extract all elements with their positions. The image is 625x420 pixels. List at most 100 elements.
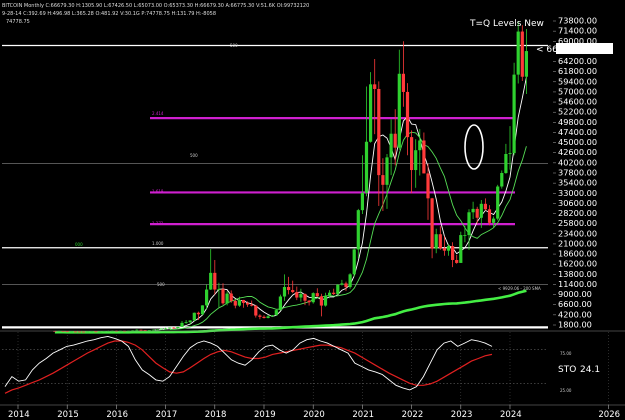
candle-body xyxy=(471,208,475,213)
candle-body xyxy=(356,210,360,250)
candle-body xyxy=(217,289,221,290)
level-label-1000: 1.000 xyxy=(152,241,164,246)
candle-body xyxy=(315,293,319,297)
candle-body xyxy=(139,329,143,331)
candle-body xyxy=(364,141,369,193)
candle-body xyxy=(287,287,291,291)
price-tick-label: 49800.00 xyxy=(558,117,597,127)
candle-body xyxy=(512,74,516,154)
candle-body xyxy=(176,326,180,329)
candle xyxy=(192,312,196,322)
candle-body xyxy=(426,173,430,199)
price-tick-label: 45000.00 xyxy=(558,137,597,147)
candle xyxy=(98,331,102,333)
price-tick-label: 6600.00 xyxy=(558,299,592,309)
candle xyxy=(82,331,86,333)
candle-body xyxy=(172,327,176,329)
candle-body xyxy=(180,322,184,327)
candle-body xyxy=(291,290,295,293)
candle xyxy=(102,331,106,333)
candle-body xyxy=(270,315,274,317)
candle-body xyxy=(233,300,237,306)
candle-body xyxy=(278,296,282,311)
candle-body xyxy=(377,88,381,176)
candle-body xyxy=(164,328,168,330)
year-tick-label: 2020 xyxy=(303,410,325,420)
candle-body xyxy=(241,299,246,303)
candle-body xyxy=(344,283,348,288)
price-tick-label: 42600.00 xyxy=(558,147,597,157)
sma-label: < 9929.06 - 200 SMA xyxy=(498,286,541,291)
year-tick-label: 2019 xyxy=(254,410,276,420)
candle-body xyxy=(352,249,356,275)
year-tick-label: 2022 xyxy=(402,410,424,420)
candle-body xyxy=(184,322,188,323)
price-tick-label: 73800.00 xyxy=(558,16,597,26)
candle-body xyxy=(516,31,520,75)
header-line-3: 74778.75 xyxy=(6,19,30,25)
candle xyxy=(151,329,155,331)
candle-body xyxy=(102,331,106,333)
candle-body xyxy=(360,192,364,211)
candle-body xyxy=(410,137,414,171)
candle xyxy=(69,331,73,333)
stoch-value: 24.1 xyxy=(580,365,600,375)
price-tick-label: 64200.00 xyxy=(558,56,597,66)
candle-body xyxy=(336,284,340,295)
candle-body xyxy=(340,283,344,285)
candle xyxy=(496,184,500,221)
stoch-20-label: 25.00 xyxy=(560,388,572,393)
candle-body xyxy=(213,272,217,290)
candle-body xyxy=(205,289,209,306)
candle-body xyxy=(221,289,225,304)
candle-body xyxy=(151,329,155,331)
stoch-label: STO xyxy=(558,365,576,375)
candle-body xyxy=(192,312,196,321)
stoch-80-label: 75.00 xyxy=(560,351,572,356)
candle-body xyxy=(237,299,241,306)
candle-body xyxy=(475,208,479,218)
candle-body xyxy=(266,316,270,318)
year-tick-label: 2017 xyxy=(156,410,178,420)
candle xyxy=(176,326,180,329)
candle-body xyxy=(200,305,205,315)
candle-body xyxy=(323,296,328,306)
level-label-1618: 1.618 xyxy=(152,189,164,194)
price-tick-label: 21000.00 xyxy=(558,238,597,248)
candle xyxy=(352,248,356,277)
candle-body xyxy=(414,150,418,171)
candle xyxy=(200,305,205,316)
candle-body xyxy=(94,331,98,333)
year-tick-label: 2016 xyxy=(106,410,128,420)
candlestick-chart: 73800.0071400.0069000.0066600.0064200.00… xyxy=(0,0,625,420)
level-label-2414: 2.414 xyxy=(152,111,164,116)
header-line-1: BITCOIN Monthly C:66679.30 H:1305.90 L:6… xyxy=(2,3,309,9)
level-label-500-top: 500 xyxy=(230,43,238,48)
candle-body xyxy=(369,84,373,142)
candle-body xyxy=(159,328,164,330)
candle-body xyxy=(455,259,459,263)
candle xyxy=(77,331,82,333)
candle-body xyxy=(229,293,233,301)
price-tick-label: 54600.00 xyxy=(558,97,597,107)
price-tick-label: 33000.00 xyxy=(558,188,597,198)
candle-body xyxy=(262,316,266,318)
price-tick-label: 57000.00 xyxy=(558,86,597,96)
candle-body xyxy=(168,327,172,329)
price-tick-label: 30600.00 xyxy=(558,198,597,208)
candle-body xyxy=(282,287,287,297)
candle-body xyxy=(77,331,82,333)
price-tick-label: 52200.00 xyxy=(558,107,597,117)
note-left: 000 xyxy=(75,242,83,247)
candle xyxy=(159,328,164,330)
price-tick-label: 47400.00 xyxy=(558,127,597,137)
price-tick-label: 16200.00 xyxy=(558,259,597,269)
candle xyxy=(143,329,147,331)
price-axis[interactable]: 73800.0071400.0069000.0066600.0064200.00… xyxy=(553,16,597,330)
candle-body xyxy=(258,315,262,317)
header-line-2: 9-28-14 C:392.69 H:496.98 L:365.28 O:481… xyxy=(2,11,216,17)
level-label-500-low: 500 xyxy=(157,282,165,287)
candle xyxy=(520,25,524,81)
candle-body xyxy=(250,304,254,306)
level-label-1272: 1.272 xyxy=(152,221,164,226)
